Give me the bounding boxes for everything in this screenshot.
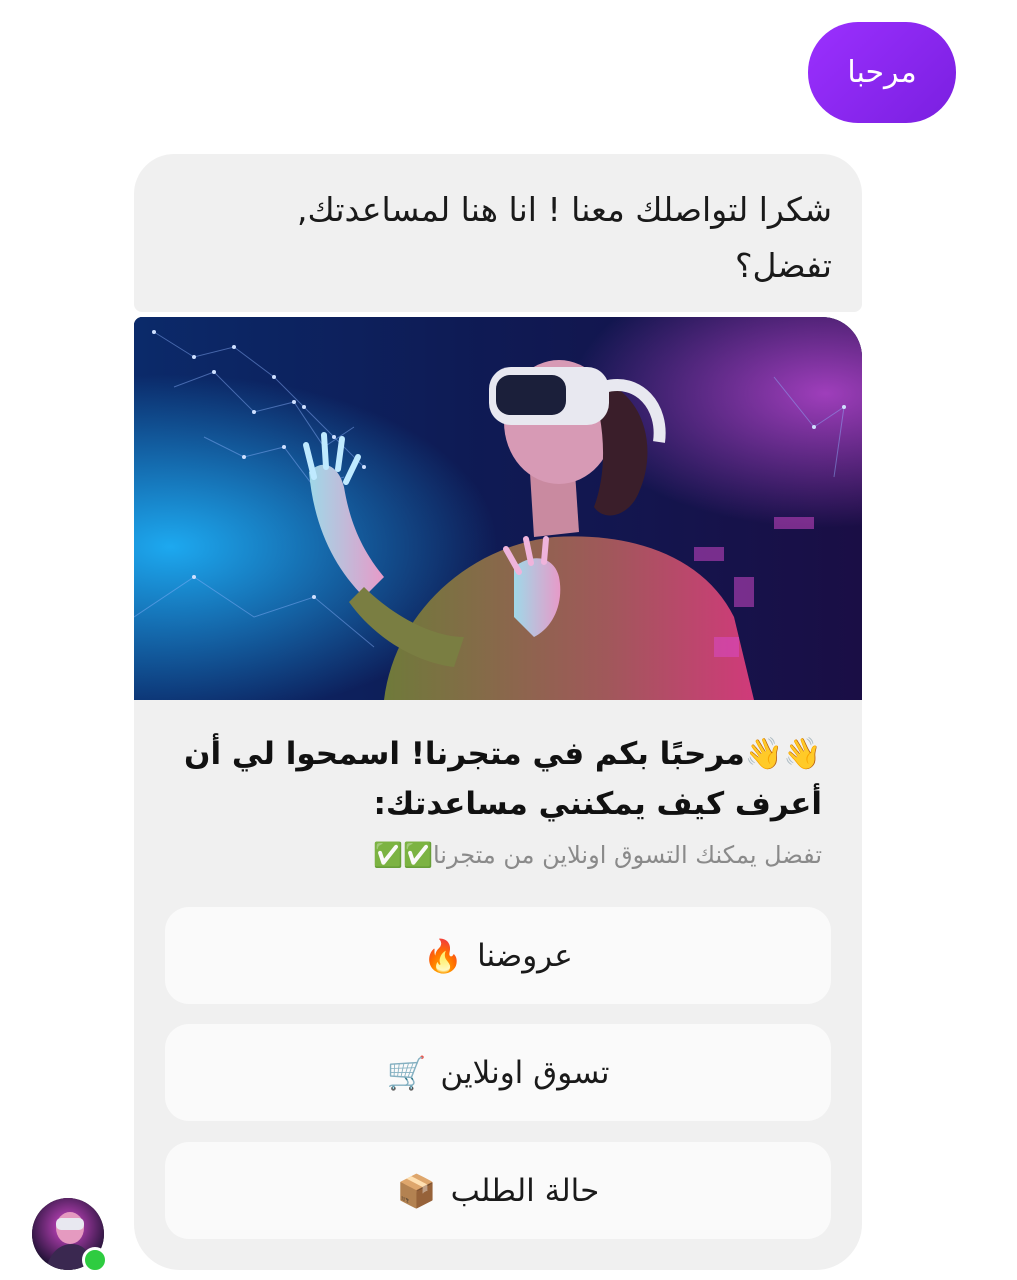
- offers-button[interactable]: عروضنا 🔥: [165, 907, 831, 1004]
- bot-message-line-2: تفضل؟: [734, 246, 832, 285]
- card-title: 👋👋مرحبًا بكم في متجرنا! اسمحوا لي أن أعر…: [164, 729, 822, 829]
- fire-icon: 🔥: [423, 936, 464, 975]
- chat-page: مرحبا شكرا لتواصلك معنا ! انا هنا لمساعد…: [0, 0, 1017, 1280]
- offers-button-label: عروضنا: [477, 937, 573, 974]
- welcome-card: 👋👋مرحبًا بكم في متجرنا! اسمحوا لي أن أعر…: [134, 317, 862, 1270]
- bot-message-line-1: شكرا لتواصلك معنا ! انا هنا لمساعدتك,: [297, 190, 832, 229]
- shop-online-button-label: تسوق اونلاين: [440, 1054, 610, 1091]
- user-message-bubble[interactable]: مرحبا: [808, 22, 956, 123]
- shop-online-button[interactable]: تسوق اونلاين 🛒: [165, 1024, 831, 1121]
- order-status-button[interactable]: حالة الطلب 📦: [165, 1142, 831, 1239]
- order-status-button-label: حالة الطلب: [450, 1172, 600, 1209]
- package-icon: 📦: [396, 1171, 437, 1210]
- card-title-line-2: أعرف كيف يمكنني مساعدتك:: [373, 786, 822, 822]
- shopping-cart-icon: 🛒: [386, 1053, 427, 1092]
- vr-illustration: [134, 317, 862, 700]
- vr-headset-image[interactable]: [134, 317, 862, 700]
- bot-message-bubble: شكرا لتواصلك معنا ! انا هنا لمساعدتك, تف…: [134, 154, 862, 312]
- online-status-dot: [82, 1247, 108, 1273]
- user-message-text: مرحبا: [847, 55, 917, 90]
- card-title-line-1: 👋👋مرحبًا بكم في متجرنا! اسمحوا لي أن: [184, 736, 822, 772]
- card-subtitle: تفضل يمكنك التسوق اونلاين من متجرنا✅✅: [373, 841, 822, 869]
